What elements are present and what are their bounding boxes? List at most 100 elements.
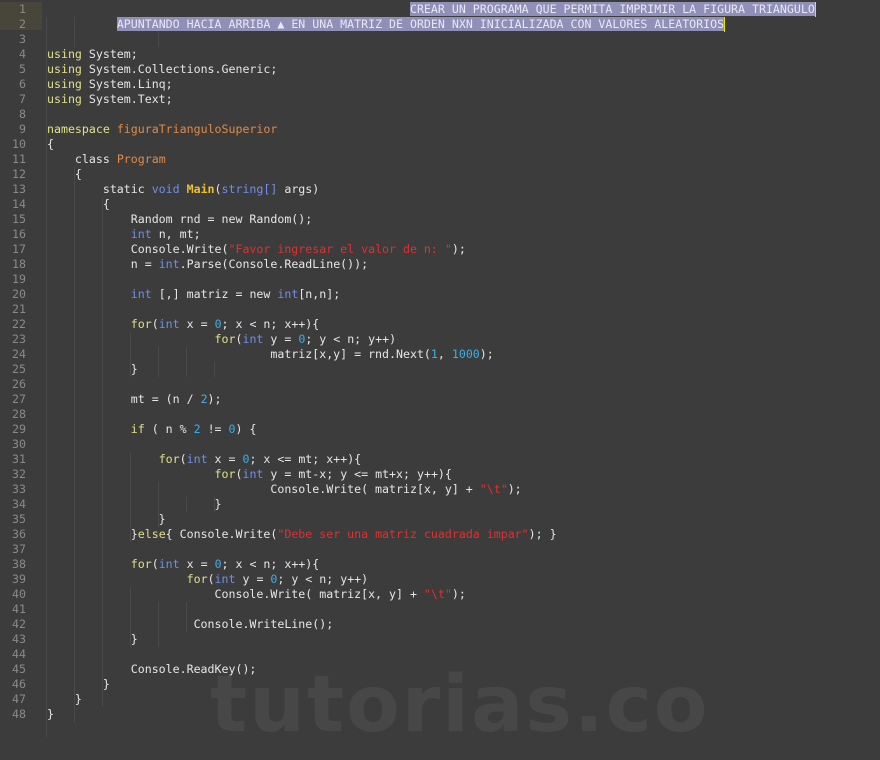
- line-code: using System.Collections.Generic;: [47, 62, 277, 77]
- code-line[interactable]: 26: [0, 377, 880, 392]
- code-token: System.Collections.Generic;: [81, 62, 278, 76]
- code-token: void: [151, 182, 180, 196]
- code-line[interactable]: 28: [0, 407, 880, 422]
- code-line[interactable]: 42 Console.WriteLine();: [0, 617, 880, 632]
- line-code: for(int y = 0; y < n; y++): [47, 572, 369, 587]
- code-line[interactable]: 14 {: [0, 197, 880, 212]
- code-line[interactable]: 19: [0, 272, 880, 287]
- code-token: for: [158, 452, 180, 466]
- code-token: using: [47, 92, 82, 106]
- code-token: class: [47, 152, 117, 166]
- code-token: string[]: [221, 182, 278, 196]
- code-line[interactable]: 17 Console.Write("Favor ingresar el valo…: [0, 242, 880, 257]
- code-token: int: [242, 467, 264, 481]
- code-line[interactable]: 38 for(int x = 0; x < n; x++){: [0, 557, 880, 572]
- code-token: Random rnd = new Random();: [47, 212, 313, 226]
- code-line[interactable]: 4 using System;: [0, 47, 880, 62]
- line-code: }: [47, 497, 222, 512]
- code-line[interactable]: 9 namespace figuraTrianguloSuperior: [0, 122, 880, 137]
- code-token: for: [130, 557, 152, 571]
- code-line[interactable]: 18 n = int.Parse(Console.ReadLine());: [0, 257, 880, 272]
- code-token: {: [47, 197, 110, 211]
- line-number: 46: [12, 677, 26, 691]
- code-line[interactable]: 20 int [,] matriz = new int[n,n];: [0, 287, 880, 302]
- code-token: Program: [116, 152, 166, 166]
- line-code: }: [47, 632, 138, 647]
- code-token: using: [47, 62, 82, 76]
- line-number: 35: [12, 512, 26, 526]
- code-token: );: [507, 482, 522, 496]
- code-line[interactable]: 10 {: [0, 137, 880, 152]
- code-line[interactable]: 39 for(int y = 0; y < n; y++): [0, 572, 880, 587]
- code-token: Main: [186, 182, 215, 196]
- line-number: 40: [12, 587, 26, 601]
- code-line[interactable]: 15 Random rnd = new Random();: [0, 212, 880, 227]
- code-token: "\t": [479, 482, 508, 496]
- line-code: }: [47, 677, 110, 692]
- code-line[interactable]: 43 }: [0, 632, 880, 647]
- code-token: }: [47, 362, 138, 376]
- line-number: 23: [12, 332, 26, 346]
- code-line[interactable]: 21: [0, 302, 880, 317]
- code-token: using: [47, 77, 82, 91]
- line-number: 44: [12, 647, 26, 661]
- code-line[interactable]: 5 using System.Collections.Generic;: [0, 62, 880, 77]
- code-token: }: [47, 692, 82, 706]
- code-token: ; x < n; x++){: [221, 317, 320, 331]
- line-number: 15: [12, 212, 26, 226]
- code-line[interactable]: 25 }: [0, 362, 880, 377]
- code-token: );: [479, 347, 494, 361]
- text-cursor: [814, 2, 816, 17]
- line-number: 36: [12, 527, 26, 541]
- code-line[interactable]: 33 Console.Write( matriz[x, y] + "\t");: [0, 482, 880, 497]
- code-line[interactable]: 36 }else{ Console.Write("Debe ser una ma…: [0, 527, 880, 542]
- code-line[interactable]: 41: [0, 602, 880, 617]
- code-token: args): [277, 182, 320, 196]
- code-line[interactable]: 2 APUNTANDO HACIA ARRIBA ▲ EN UNA MATRIZ…: [0, 17, 880, 32]
- code-token: Console.Write( matriz[x, y] +: [47, 482, 480, 496]
- code-line[interactable]: 23 for(int y = 0; y < n; y++): [0, 332, 880, 347]
- code-line[interactable]: 13 static void Main(string[] args): [0, 182, 880, 197]
- code-line[interactable]: 29 if ( n % 2 != 0) {: [0, 422, 880, 437]
- code-line[interactable]: 11 class Program: [0, 152, 880, 167]
- line-code: int [,] matriz = new int[n,n];: [47, 287, 340, 302]
- code-token: (: [207, 572, 215, 586]
- code-token: int: [186, 452, 208, 466]
- code-token: for: [130, 317, 152, 331]
- line-number: 16: [12, 227, 26, 241]
- line-code: Console.Write( matriz[x, y] + "\t");: [47, 587, 466, 602]
- code-token: int: [130, 287, 152, 301]
- code-token: .Parse(Console.ReadLine());: [179, 257, 369, 271]
- code-line[interactable]: 32 for(int y = mt-x; y <= mt+x; y++){: [0, 467, 880, 482]
- code-line[interactable]: 30: [0, 437, 880, 452]
- code-line[interactable]: 40 Console.Write( matriz[x, y] + "\t");: [0, 587, 880, 602]
- code-line[interactable]: 8: [0, 107, 880, 122]
- line-code: }else{ Console.Write("Debe ser una matri…: [47, 527, 557, 542]
- code-line[interactable]: 34 }: [0, 497, 880, 512]
- line-number: 7: [19, 92, 26, 106]
- code-line[interactable]: 12 {: [0, 167, 880, 182]
- code-token: ; y < n; y++): [305, 332, 397, 346]
- code-line[interactable]: 22 for(int x = 0; x < n; x++){: [0, 317, 880, 332]
- code-token: for: [214, 467, 236, 481]
- code-line[interactable]: 1 CREAR UN PROGRAMA QUE PERMITA IMPRIMIR…: [0, 2, 880, 17]
- line-number: 11: [12, 152, 26, 166]
- code-line[interactable]: 27 mt = (n / 2);: [0, 392, 880, 407]
- code-line[interactable]: 31 for(int x = 0; x <= mt; x++){: [0, 452, 880, 467]
- code-line[interactable]: 35 }: [0, 512, 880, 527]
- code-line[interactable]: 7 using System.Text;: [0, 92, 880, 107]
- code-editor[interactable]: 1 CREAR UN PROGRAMA QUE PERMITA IMPRIMIR…: [0, 0, 880, 760]
- code-token: 2: [193, 422, 201, 436]
- line-code: using System.Linq;: [47, 77, 173, 92]
- line-number: 30: [12, 437, 26, 451]
- code-line[interactable]: 24 matriz[x,y] = rnd.Next(1, 1000);: [0, 347, 880, 362]
- code-line[interactable]: 16 int n, mt;: [0, 227, 880, 242]
- code-line[interactable]: 3: [0, 32, 880, 47]
- code-line[interactable]: 37: [0, 542, 880, 557]
- line-number: 24: [12, 347, 26, 361]
- code-token: y =: [263, 332, 299, 346]
- code-line[interactable]: 6 using System.Linq;: [0, 77, 880, 92]
